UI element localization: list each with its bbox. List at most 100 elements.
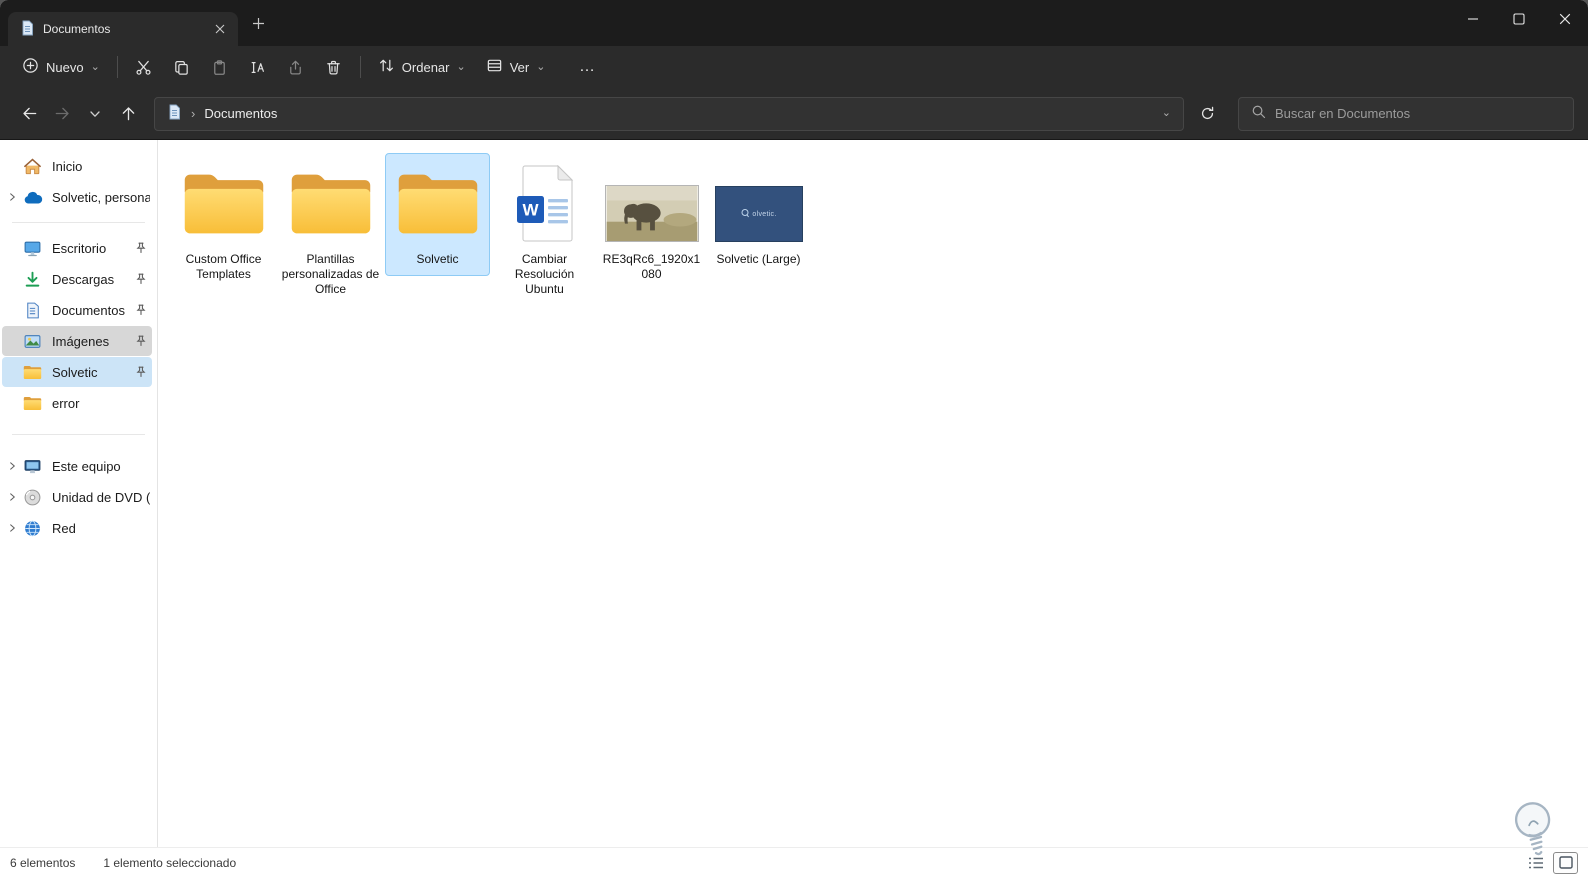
this-pc-icon [22, 456, 43, 476]
toolbar-separator [116, 56, 118, 78]
chevron-down-icon: ⌄ [90, 60, 100, 73]
address-dropdown-icon[interactable]: ⌄ [1156, 108, 1177, 119]
location-document-icon [167, 104, 182, 123]
pin-icon [134, 242, 148, 254]
address-breadcrumb-bar[interactable]: › Documentos ⌄ [154, 96, 1184, 131]
breadcrumb-location[interactable]: Documentos [204, 106, 277, 121]
sidebar-item-label: Inicio [52, 158, 83, 174]
sidebar-item-descargas[interactable]: Descargas [2, 264, 152, 294]
up-button[interactable] [113, 99, 143, 129]
desktop-icon [22, 238, 43, 258]
file-name: Custom Office Templates [185, 252, 262, 281]
sidebar-separator [12, 222, 145, 223]
file-explorer-window: Documentos Nuevo ⌄ Ordenar ⌄ Ver ⌄ … › D… [0, 0, 1588, 877]
image-thumbnail: olvetic. [709, 156, 808, 252]
view-button[interactable]: Ver ⌄ [476, 51, 556, 83]
sort-button[interactable]: Ordenar ⌄ [368, 51, 476, 83]
navigation-pane: Inicio Solvetic, personal Escritorio Des… [0, 140, 158, 847]
tab-documentos[interactable]: Documentos [8, 12, 238, 46]
new-plus-icon [22, 57, 39, 77]
pin-icon [134, 273, 148, 285]
folder-icon [174, 156, 273, 252]
file-tile-solvetic-large-image[interactable]: olvetic. Solvetic (Large) [706, 153, 811, 276]
sidebar-separator [12, 434, 145, 435]
file-list-area[interactable]: Custom Office Templates Plantillas perso… [158, 140, 1588, 847]
tab-close-button[interactable] [208, 17, 232, 41]
downloads-icon [22, 269, 43, 289]
address-bar-row: › Documentos ⌄ [0, 88, 1588, 140]
svg-text:W: W [522, 201, 539, 220]
recent-locations-button[interactable] [80, 99, 110, 129]
share-button[interactable] [277, 51, 315, 83]
document-icon [20, 20, 35, 39]
maximize-button[interactable] [1496, 0, 1542, 38]
sidebar-item-imagenes[interactable]: Imágenes [2, 326, 152, 356]
toolbar-separator [359, 56, 361, 78]
cut-button[interactable] [125, 51, 163, 83]
paste-button[interactable] [201, 51, 239, 83]
sidebar-item-label: Solvetic [52, 364, 98, 380]
search-box[interactable] [1238, 96, 1574, 131]
sidebar-item-onedrive[interactable]: Solvetic, personal [2, 182, 152, 212]
sidebar-item-red[interactable]: Red [2, 513, 152, 543]
sidebar-item-label: error [52, 395, 80, 411]
file-tile-plantillas-office[interactable]: Plantillas personalizadas de Office [278, 153, 383, 306]
home-icon [22, 156, 43, 176]
file-tile-cambiar-resolucion[interactable]: W Cambiar Resolución Ubuntu [492, 153, 597, 306]
sidebar-item-inicio[interactable]: Inicio [2, 151, 152, 181]
sidebar-item-label: Escritorio [52, 240, 107, 256]
sidebar-item-solvetic[interactable]: Solvetic [2, 357, 152, 387]
sidebar-item-label: Solvetic, personal [52, 189, 150, 205]
file-tile-re3qrc6-image[interactable]: RE3qRc6_1920x1080 [599, 153, 704, 291]
main-area: Inicio Solvetic, personal Escritorio Des… [0, 140, 1588, 847]
breadcrumb-chevron-icon: › [191, 106, 196, 121]
new-button[interactable]: Nuevo ⌄ [12, 51, 110, 83]
title-bar: Documentos [0, 0, 1588, 46]
folder-icon [22, 393, 43, 413]
rename-button[interactable] [239, 51, 277, 83]
sidebar-item-label: Red [52, 520, 76, 536]
chevron-down-icon: ⌄ [456, 60, 466, 73]
sidebar-item-dvd-drive[interactable]: Unidad de DVD (D:) [2, 482, 152, 512]
search-input[interactable] [1275, 106, 1561, 121]
sort-button-label: Ordenar [401, 59, 450, 75]
sidebar-item-label: Descargas [52, 271, 115, 287]
expand-chevron-icon[interactable] [4, 523, 20, 533]
onedrive-icon [22, 187, 43, 207]
dvd-drive-icon [22, 487, 43, 507]
file-tile-custom-office-templates[interactable]: Custom Office Templates [171, 153, 276, 291]
file-name: Cambiar Resolución Ubuntu [514, 252, 575, 296]
expand-chevron-icon[interactable] [4, 492, 20, 502]
sidebar-item-error[interactable]: error [2, 388, 152, 418]
sidebar-item-este-equipo[interactable]: Este equipo [2, 451, 152, 481]
copy-button[interactable] [163, 51, 201, 83]
pin-icon [134, 335, 148, 347]
documents-icon [22, 300, 43, 320]
sidebar-item-label: Imágenes [52, 333, 110, 349]
minimize-button[interactable] [1450, 0, 1496, 38]
close-button[interactable] [1542, 0, 1588, 38]
item-count: 6 elementos [10, 855, 76, 870]
refresh-button[interactable] [1191, 98, 1223, 130]
expand-chevron-icon[interactable] [4, 192, 20, 202]
file-tile-solvetic-selected[interactable]: Solvetic [385, 153, 490, 276]
pin-icon [134, 304, 148, 316]
sort-icon [378, 57, 395, 77]
folder-icon [22, 362, 43, 382]
selection-status: 1 elemento seleccionado [103, 855, 237, 870]
folder-icon [388, 156, 487, 252]
forward-button[interactable] [47, 99, 77, 129]
sidebar-item-label: Documentos [52, 302, 125, 318]
sidebar-item-documentos[interactable]: Documentos [2, 295, 152, 325]
new-tab-button[interactable] [246, 11, 270, 35]
back-button[interactable] [14, 99, 44, 129]
sidebar-item-escritorio[interactable]: Escritorio [2, 233, 152, 263]
tab-title: Documentos [43, 22, 111, 36]
more-options-button[interactable]: … [569, 58, 605, 76]
status-bar: 6 elementos 1 elemento seleccionado [0, 847, 1588, 877]
view-icon [486, 57, 503, 77]
expand-chevron-icon[interactable] [4, 461, 20, 471]
new-button-label: Nuevo [46, 59, 84, 75]
pin-icon [134, 366, 148, 378]
delete-button[interactable] [315, 51, 353, 83]
